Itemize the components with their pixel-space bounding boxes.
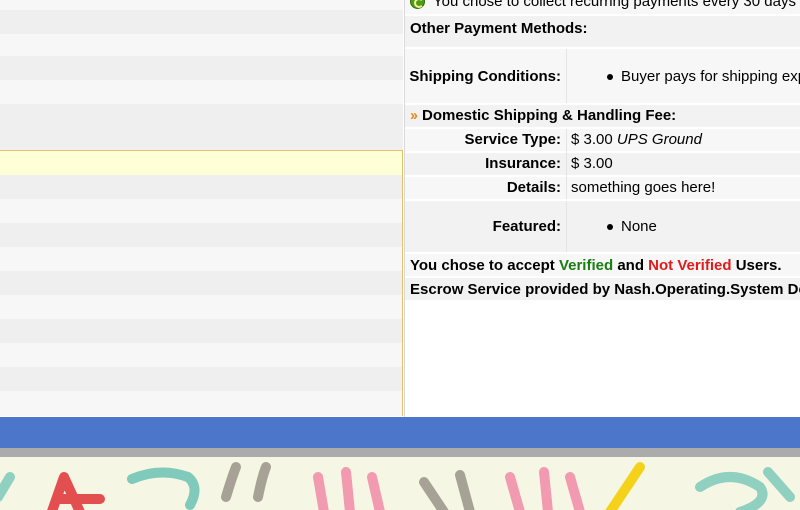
domestic-shipping-heading: ›› Domestic Shipping & Handling Fee:	[410, 107, 676, 125]
accept-suffix: Users.	[735, 257, 782, 274]
list-row	[0, 10, 403, 34]
featured-value: None	[621, 218, 657, 235]
shipping-conditions-label: Shipping Conditions:	[409, 68, 561, 85]
summary-row-bg	[405, 201, 800, 252]
details-value: something goes here!	[571, 179, 716, 196]
insurance-label: Insurance:	[485, 155, 561, 172]
featured-label: Featured:	[492, 218, 561, 235]
list-row	[0, 199, 403, 223]
list-row	[0, 367, 403, 391]
bullet	[607, 224, 613, 230]
list-row	[0, 295, 403, 319]
list-row	[0, 175, 403, 199]
bullet	[607, 74, 613, 80]
recurring-payments-text: You chose to collect recurring payments …	[433, 0, 796, 10]
shipping-conditions-value: Buyer pays for shipping exp	[621, 68, 800, 85]
list-row	[0, 271, 403, 295]
details-label: Details:	[506, 179, 561, 196]
list-row	[0, 104, 403, 150]
list-row	[0, 319, 403, 343]
other-payment-methods-label: Other Payment Methods:	[410, 20, 588, 37]
list-row	[0, 34, 403, 56]
service-type-label: Service Type:	[464, 131, 561, 148]
not-verified-label: Not Verified	[648, 257, 732, 274]
list-row-highlighted	[0, 151, 403, 175]
list-row	[0, 56, 403, 80]
service-type-amount: $ 3.00	[571, 131, 613, 148]
insurance-value: $ 3.00	[571, 155, 613, 172]
list-row	[0, 223, 403, 247]
listing-summary-panel: You chose to collect recurring payments …	[404, 0, 800, 417]
decorative-banner	[0, 457, 800, 510]
escrow-service-text: Escrow Service provided by Nash.Operatin…	[410, 281, 800, 298]
column-divider	[566, 49, 567, 103]
list-row	[0, 247, 403, 271]
accept-prefix: You chose to accept	[410, 257, 555, 274]
column-divider	[566, 129, 567, 199]
list-row	[0, 0, 403, 10]
verified-label: Verified	[558, 257, 614, 274]
list-row	[0, 343, 403, 367]
domestic-shipping-heading-text: Domestic Shipping & Handling Fee:	[422, 107, 677, 124]
column-divider	[566, 201, 567, 252]
footer-nav-bar	[0, 417, 800, 448]
accept-and: and	[617, 257, 644, 274]
accept-users-text: You chose to accept Verified and Not Ver…	[410, 257, 782, 275]
list-row	[0, 80, 403, 104]
banner-decoration-art	[0, 462, 795, 510]
footer-divider	[0, 448, 800, 457]
service-type-carrier: UPS Ground	[616, 131, 702, 148]
double-chevron-icon: ››	[410, 107, 418, 124]
list-row	[0, 391, 403, 416]
left-listing-panel	[0, 0, 404, 417]
service-type-value: $ 3.00 UPS Ground	[571, 131, 702, 149]
